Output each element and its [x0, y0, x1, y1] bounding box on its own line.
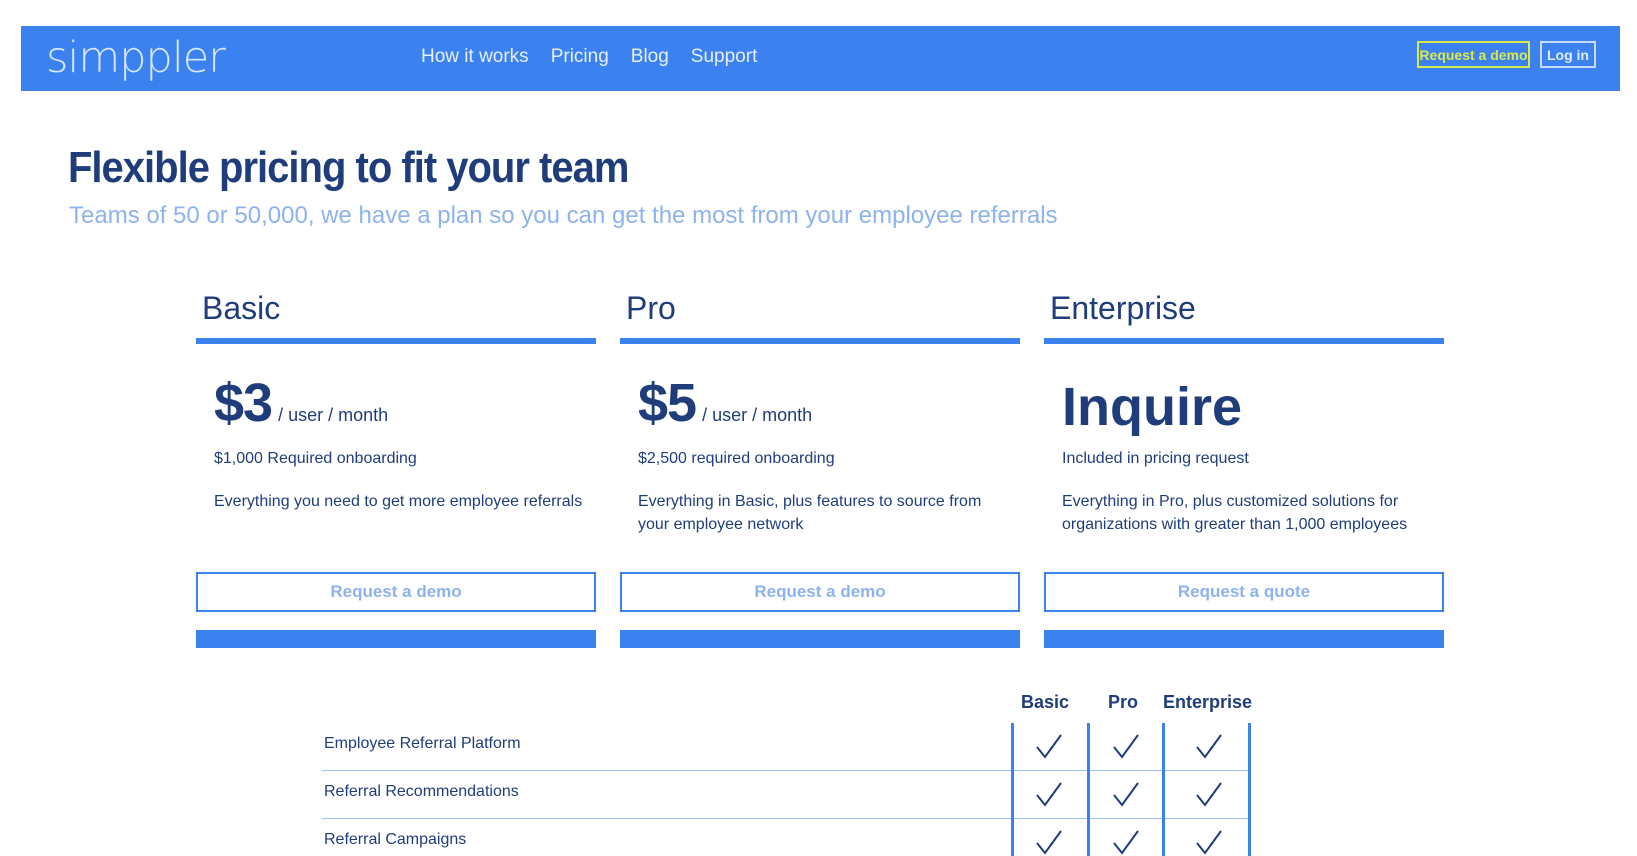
nav-links: How it works Pricing Blog Support: [421, 46, 757, 68]
feature-row: Referral Campaigns: [322, 819, 1250, 856]
price-unit: / user / month: [702, 405, 813, 425]
plan-divider: [1044, 338, 1444, 344]
request-demo-button[interactable]: Request a demo: [1417, 41, 1530, 68]
feature-row: Employee Referral Platform: [322, 723, 1250, 771]
feature-label: Referral Campaigns: [324, 831, 467, 848]
plan-price: $3 / user / month: [214, 372, 388, 434]
plan-name: Enterprise: [1050, 290, 1196, 326]
page-subtitle: Teams of 50 or 50,000, we have a plan so…: [69, 202, 1058, 229]
column-divider: [1248, 723, 1251, 856]
plan-divider: [620, 338, 1020, 344]
column-divider: [1011, 723, 1014, 856]
column-divider: [1087, 723, 1090, 856]
plan-divider: [196, 338, 596, 344]
plan-name: Pro: [626, 290, 676, 326]
plan-onboarding: $2,500 required onboarding: [638, 450, 835, 467]
plan-onboarding: $1,000 Required onboarding: [214, 450, 417, 467]
plan-description: Everything you need to get more employee…: [214, 493, 583, 510]
price-amount: $5: [638, 373, 697, 433]
nav-link-blog[interactable]: Blog: [631, 46, 669, 68]
plan-bottom-bar: [196, 630, 596, 648]
login-button[interactable]: Log in: [1540, 41, 1596, 68]
plan-description: Everything in Basic, plus features to so…: [638, 493, 982, 533]
top-navbar: simppler How it works Pricing Blog Suppo…: [21, 26, 1620, 91]
simppler-logo[interactable]: simppler: [46, 33, 226, 83]
check-icon: [1036, 830, 1062, 855]
plan-request-demo-button[interactable]: Request a demo: [196, 572, 596, 612]
plan-name: Basic: [202, 290, 281, 326]
feature-column-basic: Basic: [1020, 692, 1070, 712]
plan-description: Everything in Pro, plus customized solut…: [1062, 493, 1408, 533]
plan-request-demo-button[interactable]: Request a demo: [620, 572, 1020, 612]
check-icon: [1113, 830, 1139, 855]
check-icon: [1036, 782, 1062, 807]
feature-label: Referral Recommendations: [324, 783, 519, 800]
check-icon: [1196, 782, 1222, 807]
feature-column-enterprise: Enterprise: [1162, 692, 1253, 712]
plan-card-enterprise: Enterprise Inquire Included in pricing r…: [1044, 282, 1444, 652]
feature-row: Referral Recommendations: [322, 771, 1250, 819]
check-icon: [1113, 782, 1139, 807]
check-icon: [1196, 734, 1222, 759]
check-icon: [1036, 734, 1062, 759]
nav-link-support[interactable]: Support: [691, 46, 758, 68]
plan-price: $5 / user / month: [638, 372, 812, 434]
plan-card-pro: Pro $5 / user / month $2,500 required on…: [620, 282, 1020, 652]
plan-onboarding: Included in pricing request: [1062, 450, 1249, 467]
check-icon: [1196, 830, 1222, 855]
feature-column-pro: Pro: [1107, 692, 1138, 712]
nav-link-how-it-works[interactable]: How it works: [421, 46, 529, 68]
nav-link-pricing[interactable]: Pricing: [551, 46, 609, 68]
plan-bottom-bar: [1044, 630, 1444, 648]
plan-bottom-bar: [620, 630, 1020, 648]
check-icon: [1113, 734, 1139, 759]
price-amount: $3: [214, 373, 273, 433]
page: simppler How it works Pricing Blog Suppo…: [0, 0, 1637, 856]
plan-request-quote-button[interactable]: Request a quote: [1044, 572, 1444, 612]
column-divider: [1162, 723, 1165, 856]
price-unit: / user / month: [278, 405, 389, 425]
page-title: Flexible pricing to fit your team: [68, 144, 629, 192]
plan-card-basic: Basic $3 / user / month $1,000 Required …: [196, 282, 596, 652]
feature-label: Employee Referral Platform: [324, 735, 521, 752]
price-amount: Inquire: [1062, 377, 1243, 437]
